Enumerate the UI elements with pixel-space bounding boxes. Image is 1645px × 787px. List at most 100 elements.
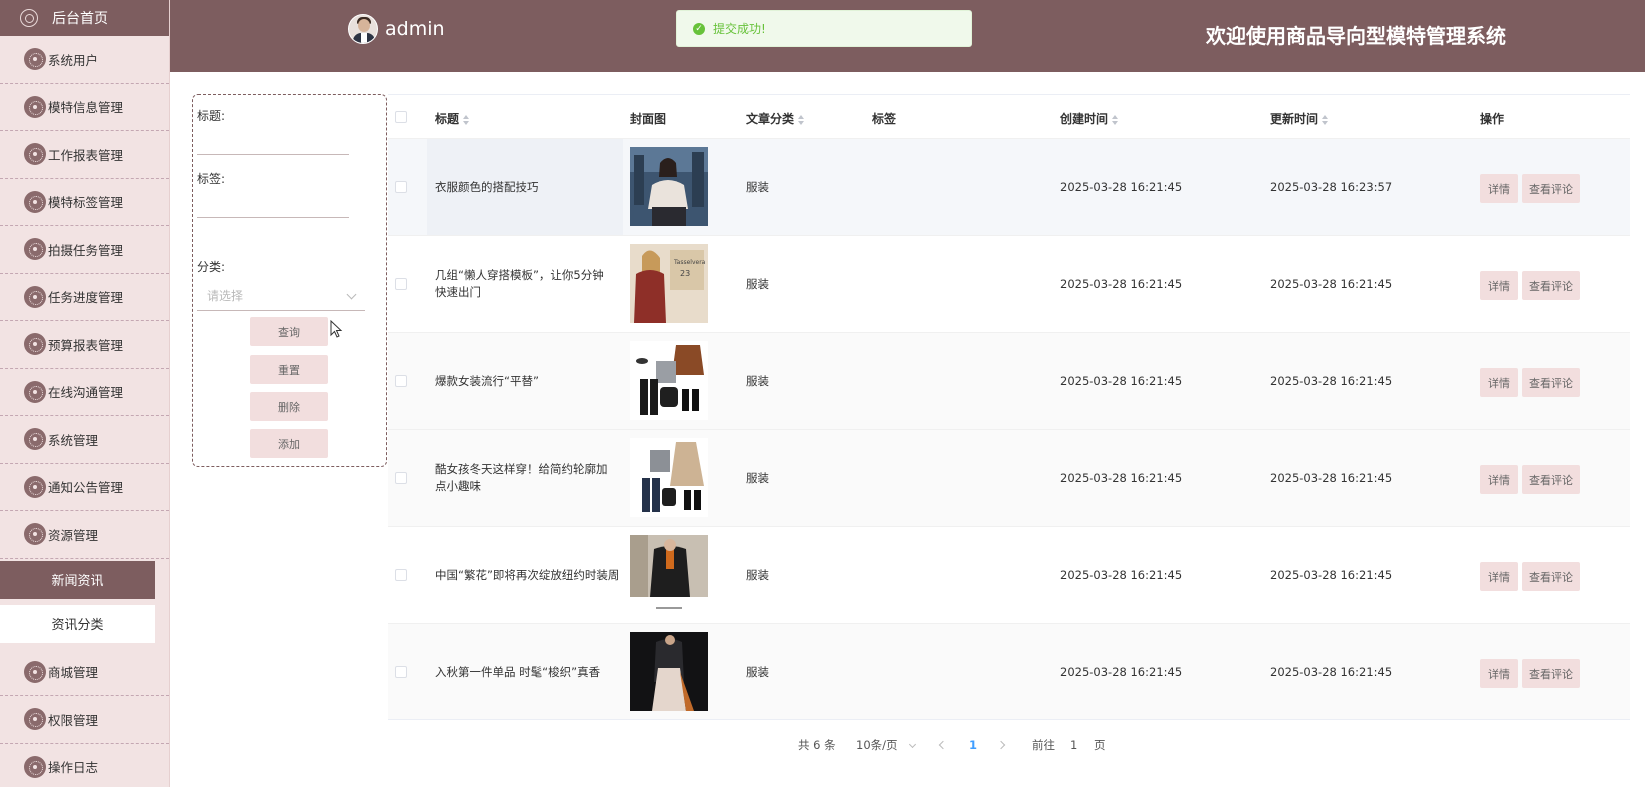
menu-flower-icon xyxy=(24,333,46,356)
table-row: 中国“繁花”即将再次绽放纽约时装周 服装 2025-03-28 16:21:45… xyxy=(388,526,1630,623)
sidebar-item-task-progress[interactable]: 任务进度管理 xyxy=(0,274,169,321)
row-checkbox[interactable] xyxy=(395,569,407,581)
view-comments-button[interactable]: 查看评论 xyxy=(1522,174,1580,203)
sidebar-item-work-report[interactable]: 工作报表管理 xyxy=(0,131,169,179)
detail-button[interactable]: 详情 xyxy=(1480,465,1518,494)
add-button[interactable]: 添加 xyxy=(250,429,328,458)
table-row: 衣服颜色的搭配技巧 服装 2025-03-28 16:21:45 2025-03… xyxy=(388,138,1630,236)
row-title[interactable]: 衣服颜色的搭配技巧 xyxy=(435,179,615,196)
title-label: 标题: xyxy=(197,109,226,123)
home-icon xyxy=(20,9,38,27)
row-title[interactable]: 酷女孩冬天这样穿！给简约轮廓加点小趣味 xyxy=(435,461,615,495)
title-input[interactable] xyxy=(197,125,349,155)
menu-flower-icon xyxy=(24,95,46,118)
cover-image: Tasselvera 23 xyxy=(630,244,708,323)
row-checkbox[interactable] xyxy=(395,666,407,678)
row-checkbox[interactable] xyxy=(395,375,407,387)
table-row: 爆款女装流行“平替” 服装 2025-03-28 16:21:45 2025-0… xyxy=(388,332,1630,429)
sidebar-item-permissions[interactable]: 权限管理 xyxy=(0,696,169,744)
detail-button[interactable]: 详情 xyxy=(1480,368,1518,397)
goto-prefix: 前往 xyxy=(1032,738,1055,752)
sidebar-item-notices[interactable]: 通知公告管理 xyxy=(0,464,169,511)
select-all-checkbox[interactable] xyxy=(395,111,407,123)
category-select[interactable]: 请选择 xyxy=(197,281,365,311)
goto-page-input[interactable]: 1 xyxy=(1070,738,1077,752)
sidebar-item-label: 拍摄任务管理 xyxy=(48,242,124,258)
username[interactable]: admin xyxy=(385,18,445,40)
menu-flower-icon xyxy=(24,380,46,403)
sidebar-item-model-info[interactable]: 模特信息管理 xyxy=(0,84,169,131)
sidebar-item-resources[interactable]: 资源管理 xyxy=(0,511,169,559)
row-updated: 2025-03-28 16:23:57 xyxy=(1270,180,1393,194)
row-checkbox[interactable] xyxy=(395,278,407,290)
view-comments-button[interactable]: 查看评论 xyxy=(1522,659,1580,688)
row-updated: 2025-03-28 16:21:45 xyxy=(1270,374,1393,388)
check-circle-icon: ✓ xyxy=(693,22,705,35)
sidebar: 后台首页 系统用户 模特信息管理 工作报表管理 模特标签管理 拍摄任务管理 任务… xyxy=(0,0,170,787)
detail-button[interactable]: 详情 xyxy=(1480,659,1518,688)
query-button[interactable]: 查询 xyxy=(250,317,328,346)
view-comments-button[interactable]: 查看评论 xyxy=(1522,465,1580,494)
prev-page-button[interactable] xyxy=(938,740,948,750)
row-updated: 2025-03-28 16:21:45 xyxy=(1270,277,1393,291)
row-created: 2025-03-28 16:21:45 xyxy=(1060,180,1183,194)
sidebar-item-system-users[interactable]: 系统用户 xyxy=(0,36,169,84)
detail-button[interactable]: 详情 xyxy=(1480,271,1518,300)
detail-button[interactable]: 详情 xyxy=(1480,174,1518,203)
menu-flower-icon xyxy=(24,48,46,71)
row-checkbox[interactable] xyxy=(395,181,407,193)
row-category: 服装 xyxy=(746,471,769,485)
reset-button[interactable]: 重置 xyxy=(250,355,328,384)
system-title: 欢迎使用商品导向型模特管理系统 xyxy=(1206,24,1506,48)
col-category[interactable]: 文章分类 xyxy=(746,110,805,127)
avatar[interactable] xyxy=(348,14,378,44)
next-page-button[interactable] xyxy=(996,740,1006,750)
sort-icon[interactable] xyxy=(1322,114,1329,125)
row-title[interactable]: 中国“繁花”即将再次绽放纽约时装周 xyxy=(435,567,625,584)
sidebar-submenu-news-category[interactable]: 资讯分类 xyxy=(0,604,155,643)
chevron-down-icon xyxy=(346,289,357,300)
row-created: 2025-03-28 16:21:45 xyxy=(1060,277,1183,291)
view-comments-button[interactable]: 查看评论 xyxy=(1522,271,1580,300)
cover-image xyxy=(630,632,708,711)
table-row: 几组“懒人穿搭模板”，让你5分钟快速出门 Tasselvera 23 服装 20… xyxy=(388,235,1630,332)
svg-text:23: 23 xyxy=(680,269,690,278)
col-title[interactable]: 标题 xyxy=(435,110,470,127)
sort-icon[interactable] xyxy=(798,114,805,125)
svg-text:Tasselvera: Tasselvera xyxy=(673,259,706,266)
detail-button[interactable]: 详情 xyxy=(1480,562,1518,591)
mouse-cursor-icon xyxy=(330,320,343,338)
news-table: 标题 封面图 文章分类 标签 创建时间 更新时间 操作 衣服颜色的搭配技巧 服装… xyxy=(388,94,1630,720)
view-comments-button[interactable]: 查看评论 xyxy=(1522,562,1580,591)
row-created: 2025-03-28 16:21:45 xyxy=(1060,665,1183,679)
row-title[interactable]: 爆款女装流行“平替” xyxy=(435,373,615,390)
sort-icon[interactable] xyxy=(1112,114,1119,125)
row-created: 2025-03-28 16:21:45 xyxy=(1060,374,1183,388)
sidebar-item-model-tags[interactable]: 模特标签管理 xyxy=(0,179,169,226)
page-size-select[interactable]: 10条/页 xyxy=(856,737,916,753)
row-title[interactable]: 入秋第一件单品 时髦“梭织”真香 xyxy=(435,664,625,681)
col-updated[interactable]: 更新时间 xyxy=(1270,110,1329,127)
table-row: 酷女孩冬天这样穿！给简约轮廓加点小趣味 服装 2025-03-28 16:21:… xyxy=(388,429,1630,526)
sidebar-item-operation-log[interactable]: 操作日志 xyxy=(0,744,169,787)
sidebar-item-system-manage[interactable]: 系统管理 xyxy=(0,416,169,464)
sidebar-item-shoot-tasks[interactable]: 拍摄任务管理 xyxy=(0,226,169,274)
delete-button[interactable]: 删除 xyxy=(250,392,328,421)
col-created[interactable]: 创建时间 xyxy=(1060,110,1119,127)
sidebar-home[interactable]: 后台首页 xyxy=(0,0,169,36)
sidebar-item-shop[interactable]: 商城管理 xyxy=(0,649,169,696)
sort-icon[interactable] xyxy=(463,114,470,125)
tag-input[interactable] xyxy=(197,188,349,218)
page-number-current[interactable]: 1 xyxy=(969,738,977,752)
row-checkbox[interactable] xyxy=(395,472,407,484)
view-comments-button[interactable]: 查看评论 xyxy=(1522,368,1580,397)
sidebar-item-label: 商城管理 xyxy=(48,665,99,681)
search-panel: 标题: 标签: 分类: 请选择 查询 重置 删除 添加 xyxy=(192,94,387,467)
row-title[interactable]: 几组“懒人穿搭模板”，让你5分钟快速出门 xyxy=(435,267,615,301)
sidebar-item-budget-report[interactable]: 预算报表管理 xyxy=(0,321,169,369)
sidebar-item-online-chat[interactable]: 在线沟通管理 xyxy=(0,369,169,416)
sidebar-submenu-news[interactable]: 新闻资讯 xyxy=(0,560,155,599)
sidebar-item-label: 权限管理 xyxy=(48,712,99,728)
row-created: 2025-03-28 16:21:45 xyxy=(1060,471,1183,485)
row-category: 服装 xyxy=(746,277,769,291)
